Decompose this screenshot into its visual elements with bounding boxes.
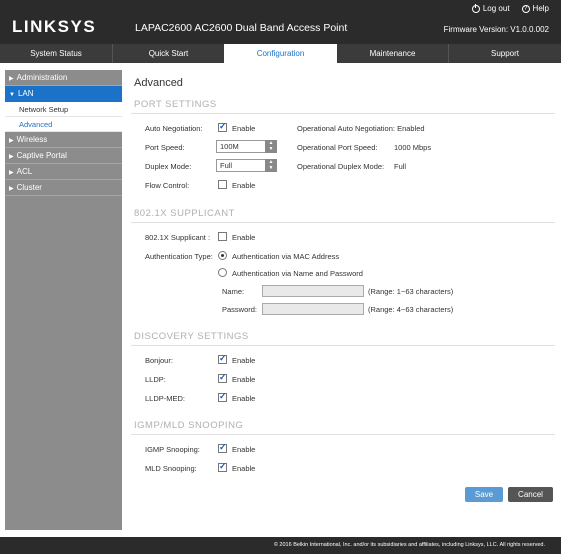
operational-duplex-mode-label: Operational Duplex Mode: <box>297 162 385 171</box>
operational-auto-negotiation: Operational Auto Negotiation: Enabled <box>297 124 425 133</box>
sidebar-item-label: Captive Portal <box>16 151 67 160</box>
sidebar-item-label: Wireless <box>16 135 48 144</box>
firmware-version: Firmware Version: V1.0.0.002 <box>443 25 549 34</box>
auth-name-password-label: Authentication via Name and Password <box>232 269 363 278</box>
sidebar-item-acl[interactable]: ▶ ACL <box>5 164 122 180</box>
sidebar-item-label: LAN <box>17 89 34 98</box>
igmp-snooping-label: IGMP Snooping: <box>145 445 200 454</box>
auto-negotiation-enable-label: Enable <box>232 124 256 133</box>
igmp-snooping-enable-label: Enable <box>232 445 256 454</box>
copyright-text: © 2016 Belkin International, Inc. and/or… <box>273 542 545 548</box>
lldp-label: LLDP: <box>145 375 166 384</box>
tab-support[interactable]: Support <box>449 44 561 63</box>
tab-configuration[interactable]: Configuration <box>224 44 337 63</box>
section-divider <box>131 434 555 435</box>
logout-label: Log out <box>482 4 510 13</box>
auth-name-password-radio[interactable] <box>218 268 227 277</box>
operational-duplex-mode-value: Full <box>394 162 407 171</box>
mld-snooping-enable-label: Enable <box>232 464 256 473</box>
chevron-down-icon: ▼ <box>9 92 15 98</box>
chevron-right-icon: ▶ <box>9 186 14 192</box>
logout-link[interactable]: Log out <box>471 3 510 13</box>
duplex-mode-select[interactable]: Full ▲ ▼ <box>216 159 277 172</box>
sidebar-item-network-setup[interactable]: Network Setup <box>5 102 122 117</box>
bonjour-label: Bonjour: <box>145 356 173 365</box>
tab-quick-start[interactable]: Quick Start <box>113 44 224 63</box>
sidebar-item-label: Administration <box>16 73 68 82</box>
name-range-hint: (Range: 1~63 characters) <box>368 287 454 296</box>
sidebar-item-lan[interactable]: ▼ LAN <box>5 86 122 102</box>
lldp-med-checkbox[interactable] <box>218 391 227 402</box>
auth-mac-radio[interactable] <box>218 251 227 260</box>
chevron-right-icon: ▶ <box>9 138 14 144</box>
sidebar-item-administration[interactable]: ▶ Administration <box>5 70 122 86</box>
flow-control-checkbox[interactable] <box>218 180 227 189</box>
section-title-discovery-settings: DISCOVERY SETTINGS <box>134 331 249 342</box>
sidebar-item-label: ACL <box>16 167 33 176</box>
header: LINKSYS LAPAC2600 AC2600 Dual Band Acces… <box>0 0 561 44</box>
bonjour-enable-label: Enable <box>232 356 256 365</box>
top-links: Log out ? Help <box>471 3 549 13</box>
section-divider <box>131 345 555 346</box>
mld-snooping-checkbox[interactable] <box>218 461 227 472</box>
flow-control-enable-label: Enable <box>232 181 256 190</box>
operational-port-speed-label: Operational Port Speed: <box>297 143 378 152</box>
igmp-snooping-checkbox[interactable] <box>218 442 227 453</box>
lldp-checkbox[interactable] <box>218 372 227 383</box>
operational-port-speed-value: 1000 Mbps <box>394 143 432 152</box>
product-title: LAPAC2600 AC2600 Dual Band Access Point <box>135 22 348 34</box>
name-label: Name: <box>222 287 245 296</box>
sidebar-item-captive-portal[interactable]: ▶ Captive Portal <box>5 148 122 164</box>
footer: © 2016 Belkin International, Inc. and/or… <box>0 537 561 554</box>
port-speed-select[interactable]: 100M ▲ ▼ <box>216 140 277 153</box>
section-title-port-settings: PORT SETTINGS <box>134 99 217 110</box>
duplex-mode-value: Full <box>220 161 233 170</box>
supplicant-enable-label: Enable <box>232 233 256 242</box>
sidebar: ▶ Administration ▼ LAN Network Setup Advan… <box>5 70 122 530</box>
bonjour-checkbox[interactable] <box>218 353 227 364</box>
spinner-icon: ▲ ▼ <box>265 140 277 153</box>
port-speed-value: 100M <box>220 142 239 151</box>
chevron-right-icon: ▶ <box>9 170 14 176</box>
auto-negotiation-label: Auto Negotiation: <box>145 124 203 133</box>
lldp-enable-label: Enable <box>232 375 256 384</box>
lldp-med-label: LLDP-MED: <box>145 394 186 403</box>
tab-maintenance[interactable]: Maintenance <box>337 44 448 63</box>
auth-mac-label: Authentication via MAC Address <box>232 252 340 261</box>
main-nav: System Status Quick Start Configuration … <box>0 44 561 63</box>
spinner-icon: ▲ ▼ <box>265 159 277 172</box>
section-divider <box>131 113 555 114</box>
name-field[interactable] <box>262 285 364 297</box>
section-title-802-1x-supplicant: 802.1X SUPPLICANT <box>134 208 235 219</box>
auto-negotiation-checkbox[interactable] <box>218 121 227 132</box>
power-icon <box>471 3 480 13</box>
page-title: Advanced <box>134 77 183 89</box>
sidebar-item-label: Cluster <box>16 183 42 192</box>
password-label: Password: <box>222 305 258 314</box>
cancel-button[interactable]: Cancel <box>508 487 553 502</box>
sidebar-item-wireless[interactable]: ▶ Wireless <box>5 132 122 148</box>
password-field[interactable] <box>262 303 364 315</box>
mld-snooping-label: MLD Snooping: <box>145 464 197 473</box>
section-title-igmp-mld-snooping: IGMP/MLD SNOOPING <box>134 420 244 431</box>
help-icon: ? <box>521 4 530 13</box>
password-range-hint: (Range: 4~63 characters) <box>368 305 454 314</box>
sidebar-item-advanced[interactable]: Advanced <box>5 117 122 132</box>
lldp-med-enable-label: Enable <box>232 394 256 403</box>
supplicant-label: 802.1X Supplicant : <box>145 233 211 242</box>
chevron-right-icon: ▶ <box>9 154 14 160</box>
help-link[interactable]: ? Help <box>521 4 549 13</box>
flow-control-label: Flow Control: <box>145 181 190 190</box>
tab-system-status[interactable]: System Status <box>0 44 112 63</box>
chevron-right-icon: ▶ <box>9 76 14 82</box>
save-button[interactable]: Save <box>465 487 503 502</box>
help-label: Help <box>532 4 549 13</box>
port-speed-label: Port Speed: <box>145 143 185 152</box>
linksys-logo: LINKSYS <box>12 17 97 36</box>
duplex-mode-label: Duplex Mode: <box>145 162 192 171</box>
authentication-type-label: Authentication Type: <box>145 252 213 261</box>
supplicant-checkbox[interactable] <box>218 232 227 241</box>
sidebar-item-cluster[interactable]: ▶ Cluster <box>5 180 122 196</box>
section-divider <box>131 222 555 223</box>
